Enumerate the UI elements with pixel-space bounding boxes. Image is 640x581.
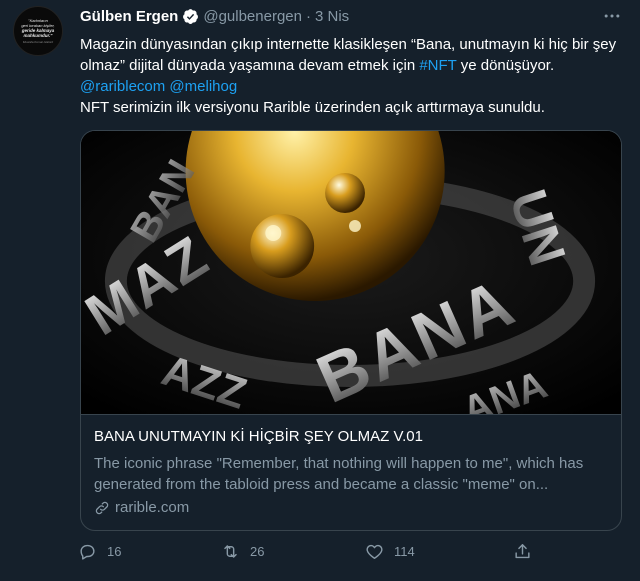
tweet-text: Magazin dünyasından çıkıp internette kla… xyxy=(80,34,628,118)
card-domain: rarible.com xyxy=(94,499,607,516)
author-handle[interactable]: @gulbenergen xyxy=(203,8,302,25)
reply-count: 16 xyxy=(107,544,122,559)
share-icon xyxy=(515,544,530,559)
tweet[interactable]: "Kadınların geri bırakan kişiler, geride… xyxy=(0,0,640,581)
link-card[interactable]: MAZ BANA UN AZZ ANA BAN BANA UNUTMAYIN K… xyxy=(80,130,622,531)
link-icon xyxy=(95,501,109,514)
card-description: The iconic phrase "Remember, that nothin… xyxy=(94,455,584,493)
card-body: BANA UNUTMAYIN Kİ HİÇBİR ŞEY OLMAZ V.01 … xyxy=(81,414,621,516)
tweet-date[interactable]: 3 Nis xyxy=(315,8,349,25)
card-title: BANA UNUTMAYIN Kİ HİÇBİR ŞEY OLMAZ V.01 xyxy=(94,428,423,445)
share-button[interactable] xyxy=(513,542,532,561)
author-name[interactable]: Gülben Ergen xyxy=(80,8,178,25)
avatar-line: mahkumdur." xyxy=(23,32,53,38)
like-icon xyxy=(366,544,383,559)
tweet-paragraph: Magazin dünyasından çıkıp internette kla… xyxy=(80,34,628,76)
tweet-line: NFT serimizin ilk versiyonu Rarible üzer… xyxy=(80,99,545,116)
avatar[interactable]: "Kadınların geri bırakan kişiler, geride… xyxy=(13,6,63,56)
mentions-line: @rariblecom @melihog xyxy=(80,76,628,97)
tweet-actions: 16 26 114 xyxy=(78,542,548,568)
retweet-icon xyxy=(224,545,237,558)
hashtag-link[interactable]: #NFT xyxy=(419,57,456,74)
tweet-line-end: ye dönüşüyor. xyxy=(456,57,555,74)
mention-link[interactable]: @melihog xyxy=(169,78,237,95)
reply-button[interactable]: 16 xyxy=(78,542,121,561)
separator-dot: · xyxy=(305,7,311,25)
reply-icon xyxy=(80,544,95,560)
avatar-line: Mustafa Kemal Atatürk xyxy=(22,39,54,44)
more-icon[interactable] xyxy=(602,6,622,31)
card-image: MAZ BANA UN AZZ ANA BAN xyxy=(81,131,621,414)
like-count: 114 xyxy=(394,544,415,559)
like-button[interactable]: 114 xyxy=(365,542,415,561)
retweet-button[interactable]: 26 xyxy=(221,542,264,561)
card-domain-text: rarible.com xyxy=(115,499,190,516)
tweet-header: Gülben Ergen @gulbenergen · 3 Nis xyxy=(80,6,349,26)
verified-badge-icon xyxy=(183,8,199,24)
mention-link[interactable]: @rariblecom xyxy=(80,78,165,95)
retweet-count: 26 xyxy=(250,544,265,559)
